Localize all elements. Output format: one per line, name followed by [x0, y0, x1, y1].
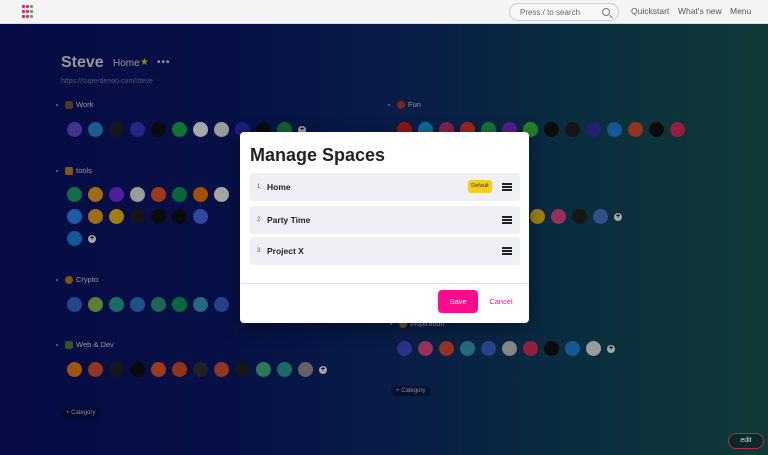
drag-handle-icon[interactable] [502, 216, 512, 224]
space-row[interactable]: 1 Home Default [250, 173, 520, 201]
quickstart-link[interactable]: Quickstart [631, 6, 669, 16]
save-button[interactable]: Save [438, 290, 478, 313]
space-row[interactable]: 2 Party Time [250, 206, 520, 234]
space-row[interactable]: 3 Project X [250, 237, 520, 265]
space-row-number: 1 [257, 184, 261, 190]
search-box[interactable] [509, 3, 619, 21]
default-badge: Default [468, 180, 492, 193]
space-row-number: 2 [257, 217, 261, 223]
space-row-number: 3 [257, 248, 261, 254]
edit-button[interactable]: edit [728, 433, 764, 449]
space-row-name: Home [267, 182, 291, 192]
search-icon[interactable] [602, 8, 610, 16]
modal-title: Manage Spaces [250, 145, 386, 165]
manage-spaces-modal: Manage Spaces 1 Home Default 2 Party Tim… [240, 132, 529, 323]
drag-handle-icon[interactable] [502, 247, 512, 255]
modal-divider [240, 283, 529, 284]
app-logo-icon[interactable] [22, 5, 34, 19]
search-input[interactable] [520, 7, 600, 17]
space-row-name: Party Time [267, 215, 311, 225]
whats-new-link[interactable]: What's new [678, 6, 722, 16]
top-bar: Quickstart What's new Menu [0, 0, 768, 24]
drag-handle-icon[interactable] [502, 183, 512, 191]
menu-link[interactable]: Menu [730, 6, 751, 16]
cancel-button[interactable]: Cancel [488, 290, 514, 313]
space-row-name: Project X [267, 246, 304, 256]
